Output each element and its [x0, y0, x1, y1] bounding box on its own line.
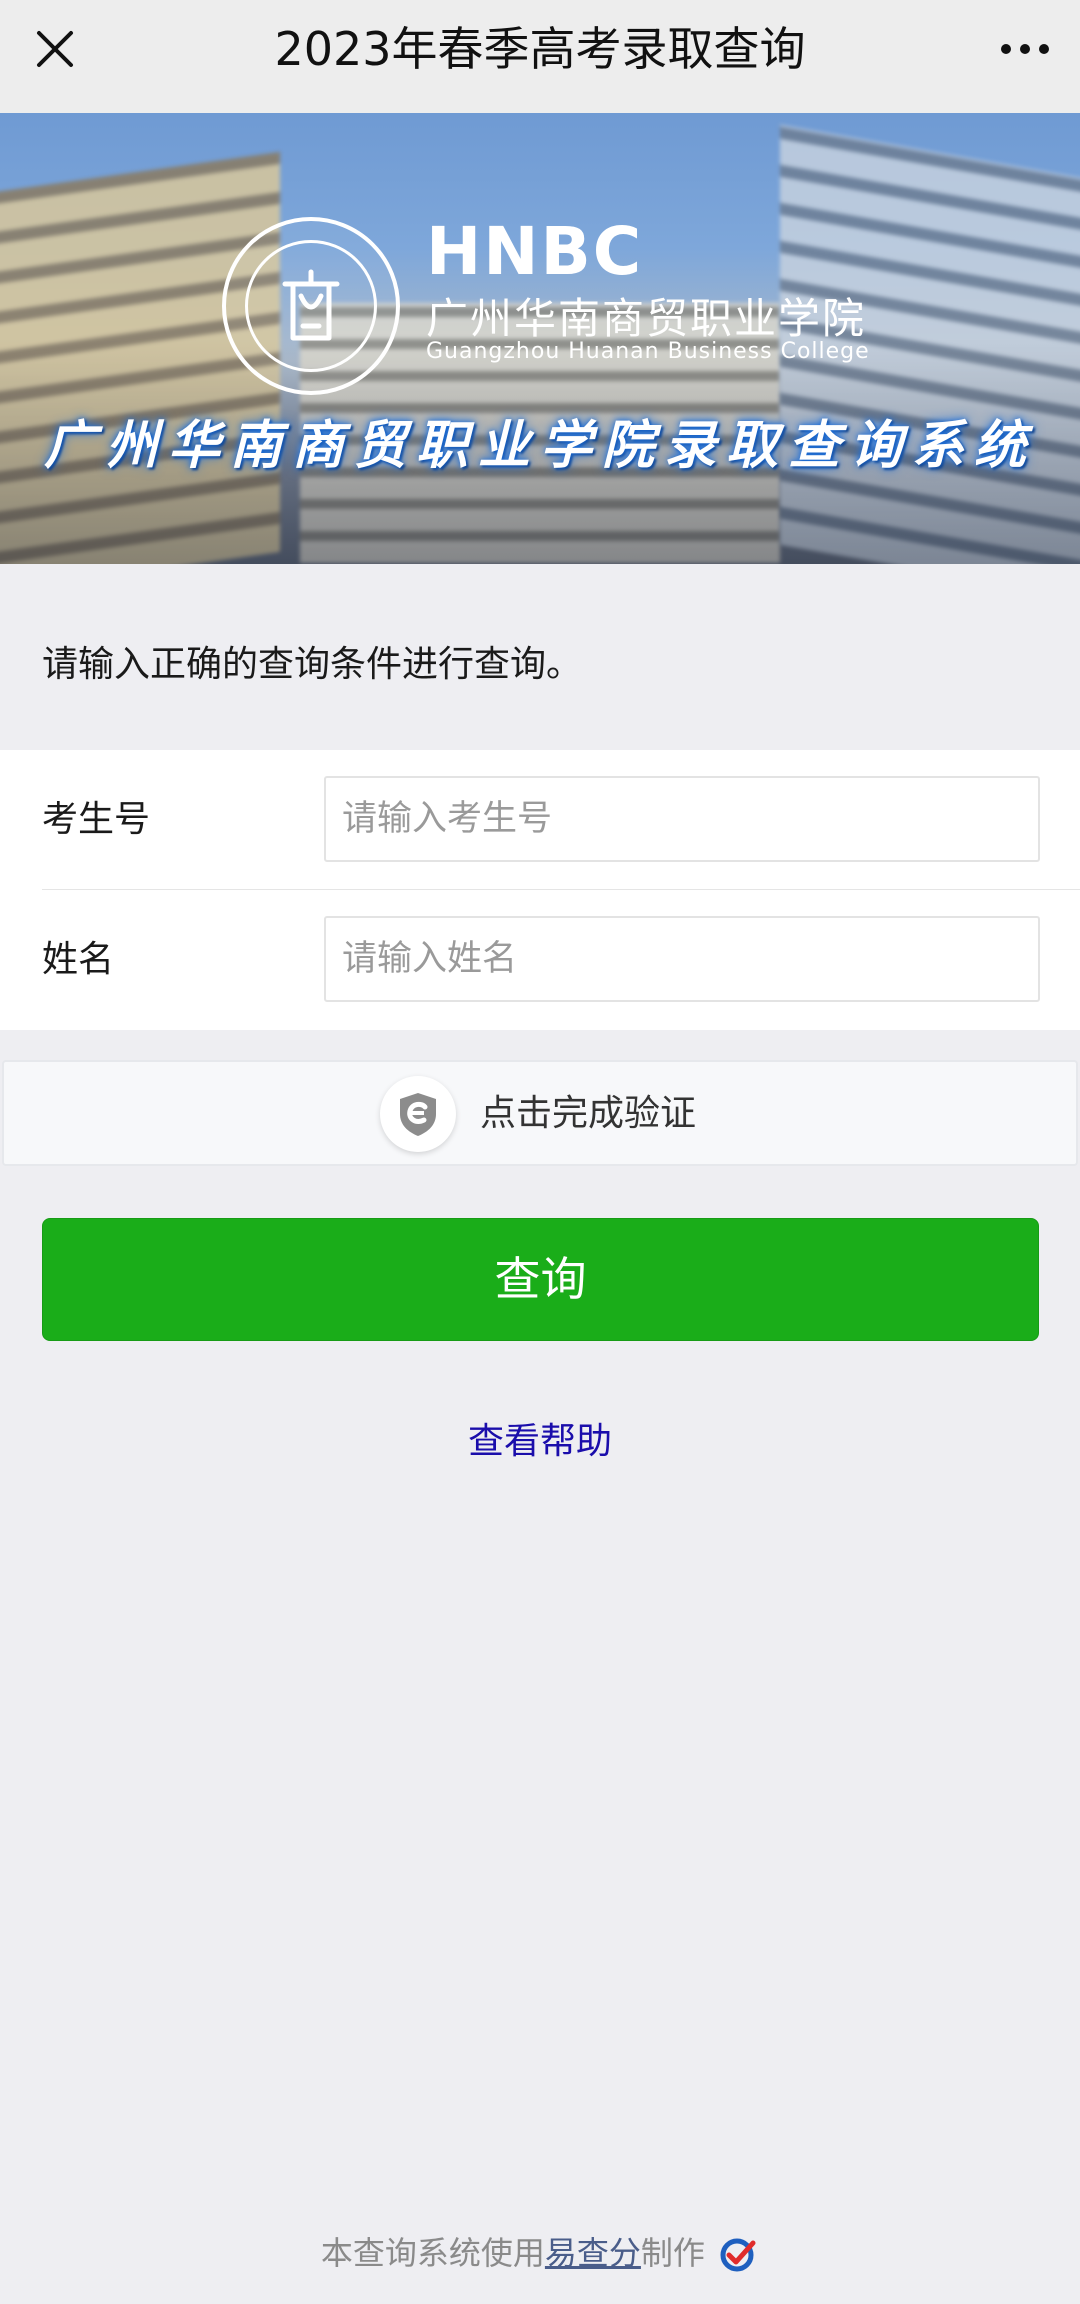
close-button[interactable] — [24, 18, 86, 80]
exam-number-label: 考生号 — [42, 799, 151, 840]
college-name-en: Guangzhou Huanan Business College — [426, 339, 870, 364]
college-abbr: HNBC — [426, 213, 644, 290]
page-title: 2023年春季高考录取查询 — [274, 22, 806, 76]
form-row-name: 姓名 — [0, 890, 1080, 1030]
top-nav-bar: 2023年春季高考录取查询 — [0, 0, 1080, 113]
help-link[interactable]: 查看帮助 — [0, 1412, 1080, 1464]
query-form: 考生号 姓名 — [0, 750, 1080, 1030]
close-icon — [37, 31, 73, 67]
college-name-cn: 广州华南商贸职业学院 — [426, 294, 867, 343]
name-input[interactable] — [324, 916, 1040, 1002]
name-label: 姓名 — [42, 939, 115, 980]
instruction-text: 请输入正确的查询条件进行查询。 — [42, 644, 583, 685]
seal-inner-ring — [245, 240, 377, 372]
brand-logo-icon — [720, 2238, 756, 2272]
footer-prefix: 本查询系统使用 — [320, 2234, 545, 2272]
more-options-button[interactable] — [994, 18, 1056, 80]
college-banner: HNBC 广州华南商贸职业学院 Guangzhou Huanan Busines… — [0, 113, 1080, 564]
more-icon — [1001, 44, 1049, 54]
verify-badge — [380, 1076, 456, 1152]
shield-icon — [400, 1093, 436, 1136]
system-title: 广州华南商贸职业学院录取查询系统 — [43, 415, 1036, 476]
exam-number-input[interactable] — [324, 776, 1040, 862]
query-button[interactable]: 查询 — [42, 1218, 1039, 1341]
footer-credit: 本查询系统使用易查分制作 — [0, 2228, 1080, 2275]
captcha-verify-button[interactable]: 点击完成验证 — [2, 1060, 1078, 1166]
seal-emblem-icon — [282, 269, 340, 341]
form-row-exam-number: 考生号 — [0, 750, 1080, 890]
footer-brand-link[interactable]: 易查分 — [545, 2234, 641, 2272]
college-seal-logo — [222, 217, 400, 395]
footer-suffix: 制作 — [640, 2234, 705, 2272]
verify-label: 点击完成验证 — [480, 1093, 697, 1134]
